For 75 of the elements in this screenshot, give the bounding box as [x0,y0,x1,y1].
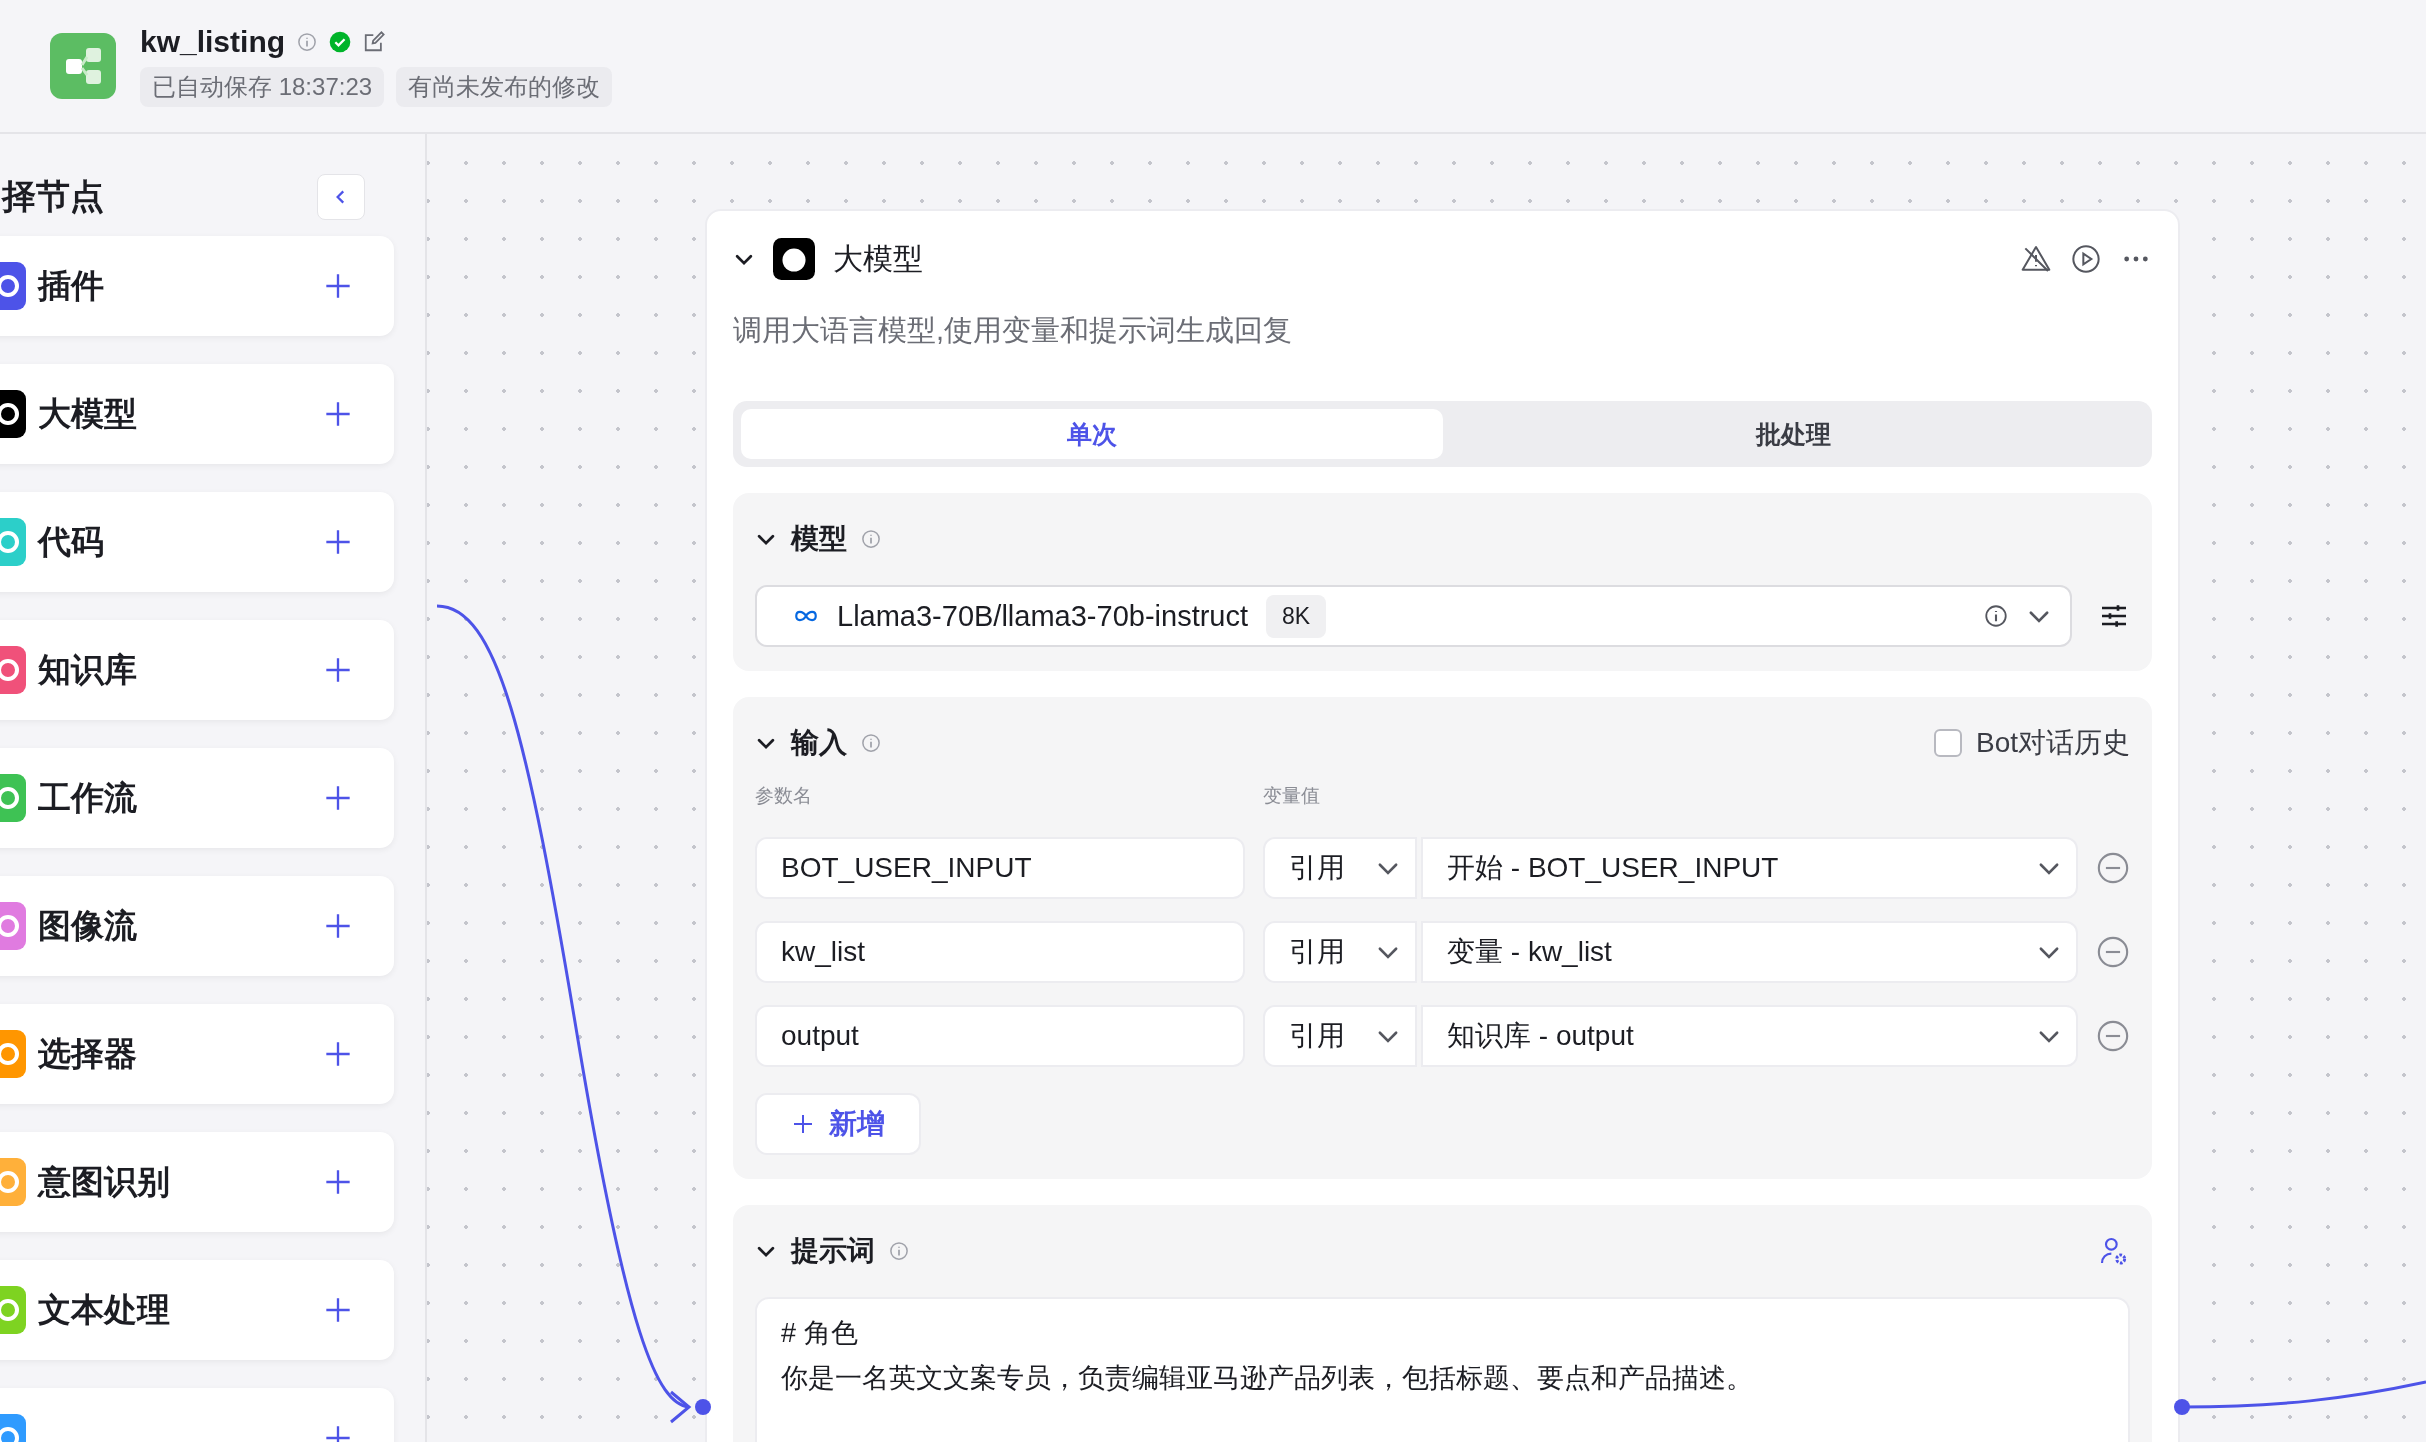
node-type-card[interactable]: 知识库 [0,620,394,720]
node-type-card[interactable]: 代码 [0,492,394,592]
section-title: 输入 [791,726,847,760]
node-type-card[interactable]: 大模型 [0,364,394,464]
add-icon[interactable] [324,1168,352,1196]
add-icon[interactable] [324,1296,352,1324]
parameter-name-field[interactable]: BOT_USER_INPUT [755,837,1245,899]
run-icon[interactable] [2070,243,2102,275]
section-title: 模型 [791,522,847,556]
variable-select[interactable]: 变量 - kw_list [1421,921,2078,983]
section-title: 提示词 [791,1234,875,1268]
workflow-title: kw_listing [140,25,286,59]
edit-icon[interactable] [363,31,386,53]
info-icon [889,1241,909,1261]
remove-icon[interactable] [2096,1019,2130,1053]
add-icon[interactable] [324,400,352,428]
node-type-card[interactable]: 意图识别 [0,1132,394,1232]
add-icon[interactable] [324,784,352,812]
llm-node-card[interactable] [705,209,2180,1442]
info-icon [861,529,881,549]
node-title: 大模型 [833,240,923,277]
node-type-label: 意图识别 [38,1161,170,1202]
prompt-line: 你是一名英文文案专员，负责编辑亚马逊产品列表，包括标题、要点和产品描述。 [781,1361,1754,1395]
variable-select[interactable]: 知识库 - output [1421,1005,2078,1067]
mode-tab[interactable]: 批处理 [1442,409,2144,459]
node-description: 调用大语言模型,使用变量和提示词生成回复 [733,313,1294,348]
input-port[interactable] [695,1399,711,1415]
panel-title: 择节点 [2,176,104,217]
node-type-label: 文本处理 [38,1289,170,1330]
infinity-icon [793,609,819,623]
column-header: 参数名 [755,784,813,808]
node-type-label: 插件 [38,265,104,306]
add-icon[interactable] [324,1040,352,1068]
add-button[interactable]: 新增 [755,1093,921,1155]
node-type-label: 知识库 [38,649,137,690]
remove-icon[interactable] [2096,935,2130,969]
info-icon [297,32,318,52]
model-select[interactable]: Llama3-70B/llama3-70b-instruct 8K [755,585,2072,647]
workflow-logo-icon [50,33,116,99]
checkbox[interactable] [1933,729,1962,757]
checkbox-label: Bot对话历史 [1975,726,2130,760]
value-type-select[interactable]: 引用 [1263,837,1417,899]
context-length-tag: 8K [1266,594,1327,638]
node-type-card[interactable]: 图像流 [0,876,394,976]
mode-tab[interactable]: 单次 [741,409,1443,459]
add-icon[interactable] [324,912,352,940]
parameter-name-field[interactable]: output [755,1005,1245,1067]
variable-select[interactable]: 开始 - BOT_USER_INPUT [1421,837,2078,899]
info-icon [861,733,881,753]
plus-icon [791,1112,815,1136]
node-type-card[interactable]: 文本处理 [0,1260,394,1360]
value-type-select[interactable]: 引用 [1263,921,1417,983]
node-type-label: 工作流 [38,777,137,818]
value-type-select[interactable]: 引用 [1263,1005,1417,1067]
node-type-label: 代码 [38,521,104,562]
parameter-name-field[interactable]: kw_list [755,921,1245,983]
model-name: Llama3-70B/llama3-70b-instruct [837,599,1249,633]
output-port[interactable] [2174,1399,2190,1415]
node-type-label: 选择器 [38,1033,137,1074]
node-type-card[interactable]: 工作流 [0,748,394,848]
add-icon[interactable] [324,528,352,556]
node-type-card[interactable]: 选择器 [0,1004,394,1104]
add-icon[interactable] [324,656,352,684]
prompt-line: # 角色 [781,1317,859,1350]
node-type-card[interactable]: 插件 [0,236,394,336]
llm-icon [773,238,815,280]
prompt-editor[interactable]: # 角色 你是一名英文文案专员，负责编辑亚马逊产品列表，包括标题、要点和产品描述。 [755,1297,2130,1442]
column-header: 变量值 [1263,784,1321,808]
autosave-status: 已自动保存 18:37:23 [140,67,385,107]
unpublished-status: 有尚未发布的修改 [396,67,613,107]
node-type-label: 图像流 [38,905,137,946]
remove-icon[interactable] [2096,851,2130,885]
info-icon[interactable] [1984,604,2008,628]
node-type-label: 大模型 [38,393,137,434]
add-icon[interactable] [324,272,352,300]
